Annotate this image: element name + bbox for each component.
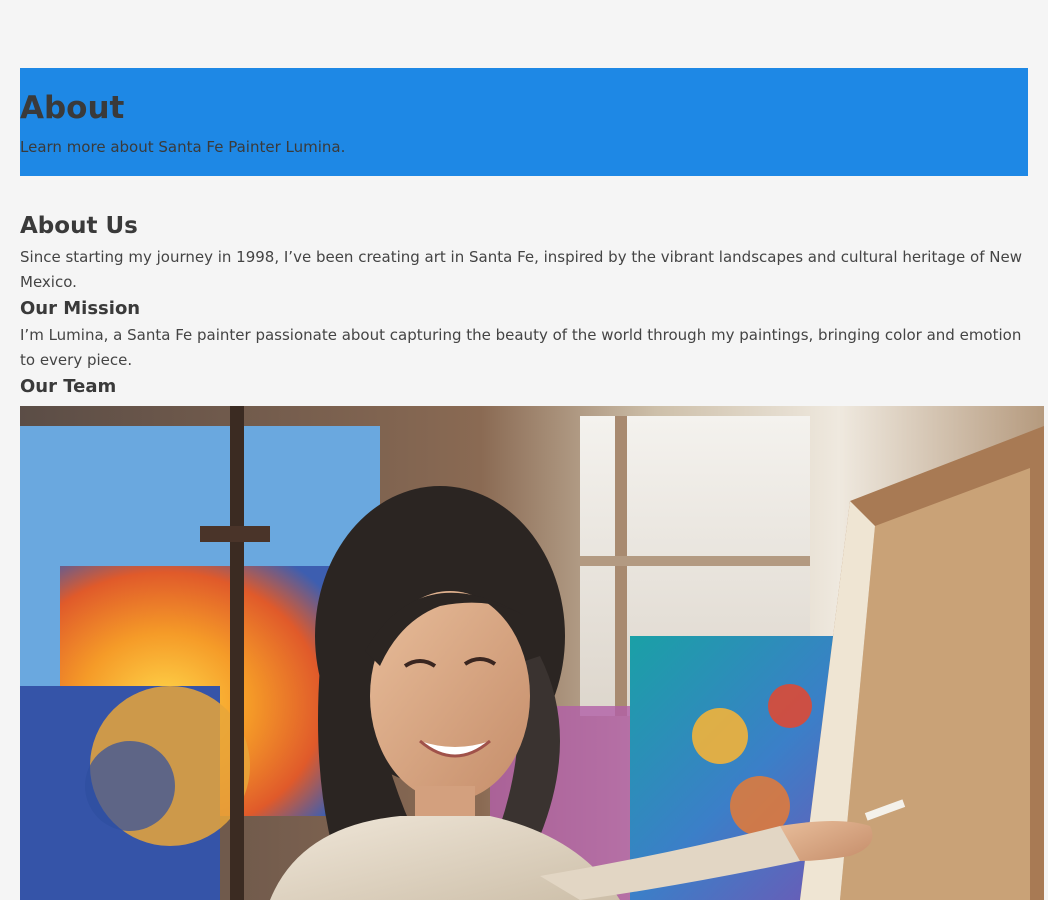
about-page: About Learn more about Santa Fe Painter …	[0, 0, 1048, 900]
about-us-heading: About Us	[20, 213, 138, 239]
page-subtitle: Learn more about Santa Fe Painter Lumina…	[20, 138, 346, 156]
painter-in-studio-illustration	[20, 406, 1044, 900]
team-photo	[20, 406, 1044, 900]
mission-heading: Our Mission	[20, 298, 141, 319]
page-title: About	[20, 90, 125, 126]
hero-banner: About Learn more about Santa Fe Painter …	[20, 68, 1028, 176]
about-content: About Us Since starting my journey in 19…	[20, 208, 1030, 400]
mission-text: I’m Lumina, a Santa Fe painter passionat…	[20, 326, 1022, 369]
about-us-text: Since starting my journey in 1998, I’ve …	[20, 248, 1022, 291]
team-heading: Our Team	[20, 376, 117, 397]
